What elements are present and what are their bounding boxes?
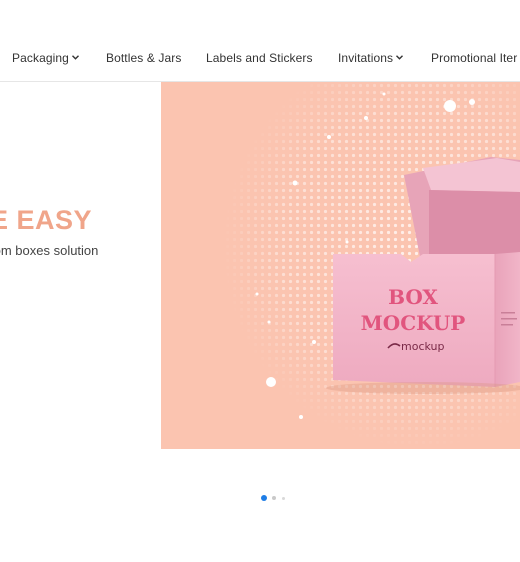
box-mockup-illustration: BOX MOCKUP mockup <box>161 82 520 449</box>
box-title-line1: BOX <box>388 285 438 309</box>
chevron-down-icon <box>396 54 404 61</box>
hero-headline: E EASY <box>0 205 93 235</box>
chevron-down-icon <box>71 54 79 61</box>
hero-banner-image[interactable]: BOX MOCKUP mockup <box>161 82 520 449</box>
nav-item-label: Invitations <box>338 51 394 65</box>
nav-item-label: Packaging <box>12 51 69 65</box>
nav-item-labels-stickers[interactable]: Labels and Stickers <box>206 51 313 65</box>
box-brand: mockup <box>401 340 444 353</box>
top-navigation: Packaging Bottles & Jars Labels and Stic… <box>0 0 520 82</box>
nav-item-label: Promotional Iter <box>431 51 518 65</box>
nav-item-label: Labels and Stickers <box>206 51 313 65</box>
nav-item-promotional[interactable]: Promotional Iter <box>431 51 517 65</box>
carousel-dot-1[interactable] <box>261 495 267 501</box>
hero-subtitle: tom boxes solution <box>0 243 99 258</box>
nav-item-packaging[interactable]: Packaging <box>12 51 79 65</box>
carousel-dot-2[interactable] <box>272 496 276 500</box>
box-title-line2: MOCKUP <box>361 311 466 335</box>
nav-item-invitations[interactable]: Invitations <box>338 51 404 65</box>
nav-item-label: Bottles & Jars <box>106 51 182 65</box>
nav-item-bottles-jars[interactable]: Bottles & Jars <box>106 51 181 65</box>
carousel-indicators <box>261 495 291 501</box>
carousel-dot-3[interactable] <box>282 497 285 500</box>
